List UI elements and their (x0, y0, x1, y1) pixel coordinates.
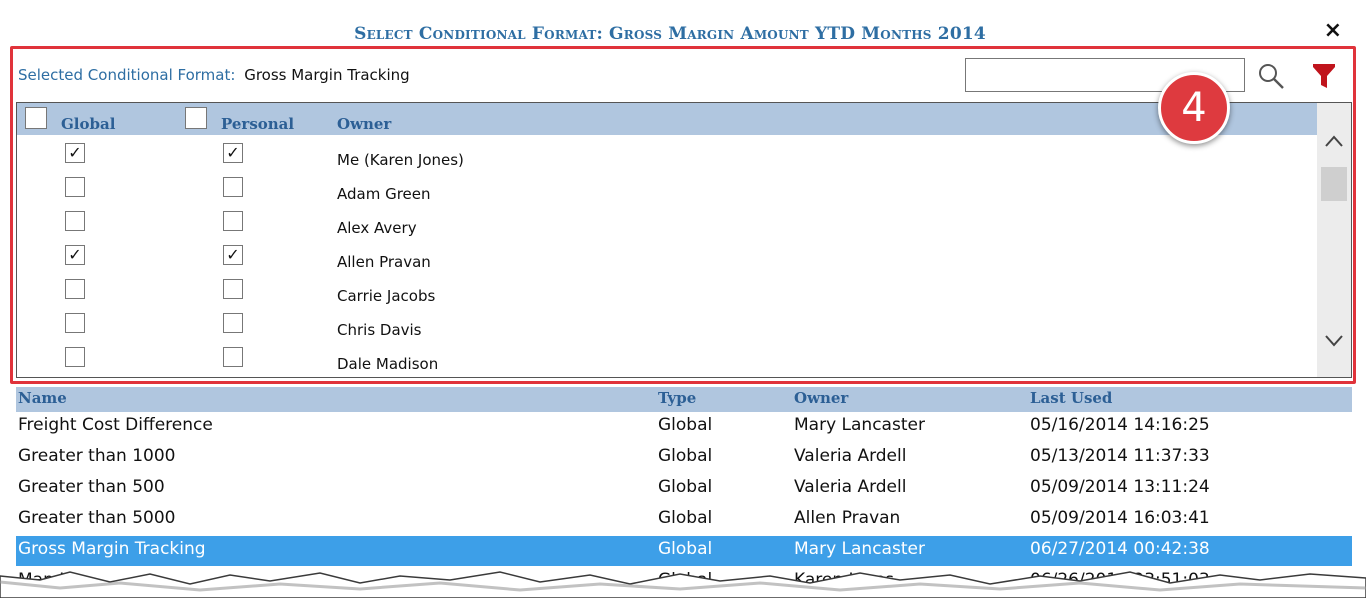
owner-row[interactable]: ✓ ✓ Me (Karen Jones) (17, 137, 1317, 171)
format-row[interactable]: Freight Cost Difference Global Mary Lancas… (16, 412, 1352, 442)
global-column-header: Global (61, 115, 116, 133)
owner-row[interactable]: Dale Madison (17, 341, 1317, 375)
type-column-header[interactable]: Type (658, 389, 696, 407)
owner-grid-header: Global Personal Owner (17, 103, 1317, 135)
owner-row[interactable]: Carrie Jacobs (17, 273, 1317, 307)
select-all-global-checkbox[interactable] (25, 107, 47, 129)
owner-name: Dale Madison (337, 355, 439, 373)
format-owner-cell: Valeria Ardell (794, 477, 907, 497)
scroll-thumb[interactable] (1321, 167, 1347, 201)
format-type-cell: Global (658, 539, 713, 559)
format-row-selected[interactable]: Gross Margin Tracking Global Mary Lancaste… (16, 536, 1352, 566)
selected-format-value: Gross Margin Tracking (244, 66, 410, 84)
format-owner-cell: Allen Pravan (794, 508, 901, 528)
owner-name: Adam Green (337, 185, 431, 203)
format-row[interactable]: Greater than 5000 Global Allen Pravan 05/09… (16, 505, 1352, 535)
owner-name: Carrie Jacobs (337, 287, 436, 305)
owner-grid: Global Personal Owner ✓ ✓ Me (Karen Jones)… (16, 102, 1352, 378)
personal-checkbox[interactable] (223, 347, 243, 367)
owner-name: Alex Avery (337, 219, 417, 237)
format-last-used-cell: 06/27/2014 00:42:38 (1030, 539, 1210, 559)
dialog-title: Select Conditional Format: Gross Margin … (354, 24, 986, 44)
format-row[interactable]: Greater than 1000 Global Valeria Ardell 05/… (16, 443, 1352, 473)
format-list-header: Name Type Owner Last Used (16, 387, 1352, 412)
global-checkbox[interactable]: ✓ (65, 143, 85, 163)
format-name-cell: Greater than 5000 (18, 508, 176, 528)
global-checkbox[interactable] (65, 177, 85, 197)
personal-checkbox[interactable] (223, 279, 243, 299)
format-last-used-cell: 05/09/2014 13:11:24 (1030, 477, 1210, 497)
format-owner-cell: Mary Lancaster (794, 539, 925, 559)
selected-format-label: Selected Conditional Format: (18, 66, 236, 84)
global-checkbox[interactable]: ✓ (65, 245, 85, 265)
close-button[interactable]: × (1324, 18, 1342, 43)
global-checkbox[interactable] (65, 279, 85, 299)
conditional-format-dialog: Select Conditional Format: Gross Margin … (0, 0, 1366, 598)
global-checkbox[interactable] (65, 347, 85, 367)
format-owner-cell: Mary Lancaster (794, 415, 925, 435)
personal-checkbox[interactable] (223, 177, 243, 197)
torn-edge-decoration (0, 571, 1366, 598)
owner-grid-scrollbar[interactable] (1317, 103, 1351, 377)
global-checkbox[interactable] (65, 211, 85, 231)
filter-icon[interactable] (1312, 62, 1336, 90)
format-name-cell: Greater than 500 (18, 477, 165, 497)
owner-row[interactable]: ✓ ✓ Allen Pravan (17, 239, 1317, 273)
callout-badge: 4 (1158, 72, 1230, 144)
format-name-cell: Greater than 1000 (18, 446, 176, 466)
global-checkbox[interactable] (65, 313, 85, 333)
owner-name: Chris Davis (337, 321, 422, 339)
selected-format-row: Selected Conditional Format: Gross Margi… (18, 66, 410, 84)
search-icon[interactable] (1257, 62, 1285, 90)
format-last-used-cell: 05/09/2014 16:03:41 (1030, 508, 1210, 528)
personal-checkbox[interactable]: ✓ (223, 245, 243, 265)
personal-checkbox[interactable] (223, 313, 243, 333)
format-owner-cell: Valeria Ardell (794, 446, 907, 466)
format-type-cell: Global (658, 477, 713, 497)
owner-column-header: Owner (337, 115, 392, 133)
dialog-title-bar: Select Conditional Format: Gross Margin … (0, 0, 1366, 44)
owner-row[interactable]: Alex Avery (17, 205, 1317, 239)
format-name-cell: Freight Cost Difference (18, 415, 213, 435)
owner-row[interactable]: Adam Green (17, 171, 1317, 205)
owner-name: Allen Pravan (337, 253, 431, 271)
personal-checkbox[interactable]: ✓ (223, 143, 243, 163)
format-type-cell: Global (658, 446, 713, 466)
format-last-used-cell: 05/13/2014 11:37:33 (1030, 446, 1210, 466)
personal-column-header: Personal (221, 115, 295, 133)
owner-row[interactable]: Chris Davis (17, 307, 1317, 341)
format-last-used-cell: 05/16/2014 14:16:25 (1030, 415, 1210, 435)
personal-checkbox[interactable] (223, 211, 243, 231)
format-type-cell: Global (658, 415, 713, 435)
name-column-header[interactable]: Name (18, 389, 67, 407)
owner-name: Me (Karen Jones) (337, 151, 464, 169)
chevron-up-icon[interactable] (1323, 131, 1345, 153)
last-used-column-header[interactable]: Last Used (1030, 389, 1112, 407)
owner-column-header[interactable]: Owner (794, 389, 848, 407)
format-row[interactable]: Greater than 500 Global Valeria Ardell 05/0… (16, 474, 1352, 504)
select-all-personal-checkbox[interactable] (185, 107, 207, 129)
format-name-cell: Gross Margin Tracking (18, 539, 206, 559)
format-type-cell: Global (658, 508, 713, 528)
chevron-down-icon[interactable] (1323, 329, 1345, 351)
